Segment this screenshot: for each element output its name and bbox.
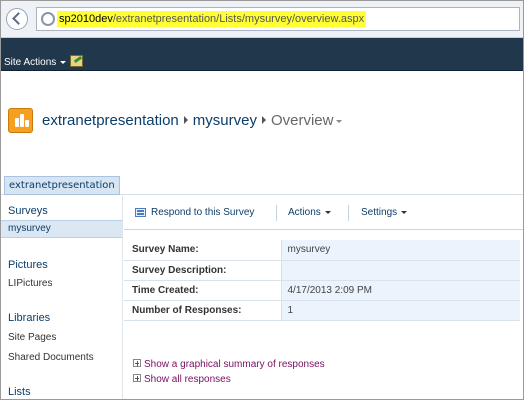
quick-launch: Surveys mysurvey Pictures LIPictures Lib… <box>0 196 123 400</box>
top-link-bar: extranetpresentation <box>0 174 524 195</box>
browser-address-bar: sp2010dev/extranetpresentation/Lists/mys… <box>0 0 524 38</box>
respond-survey-icon[interactable] <box>135 208 146 217</box>
expand-icon <box>133 359 141 368</box>
site-actions-label: Site Actions <box>4 57 57 68</box>
property-value: mysurvey <box>280 240 520 261</box>
nav-heading-pictures[interactable]: Pictures <box>8 259 48 271</box>
property-label: Survey Description: <box>124 260 281 281</box>
chevron-down-icon <box>324 210 331 214</box>
site-logo-icon[interactable] <box>8 108 33 133</box>
actions-menu[interactable]: Actions <box>288 207 331 218</box>
toolbar-divider <box>276 205 277 221</box>
nav-item-lipictures[interactable]: LIPictures <box>8 278 52 289</box>
property-value: 4/17/2013 2:09 PM <box>280 280 520 301</box>
nav-heading-surveys[interactable]: Surveys <box>8 205 48 217</box>
top-nav-home-link[interactable]: extranetpresentation <box>4 176 120 195</box>
globe-icon <box>41 12 55 26</box>
expand-icon <box>133 374 141 383</box>
survey-properties-table: Survey Name: mysurvey Survey Description… <box>124 240 520 321</box>
property-label: Survey Name: <box>124 240 281 261</box>
table-row: Survey Description: <box>124 260 520 281</box>
ribbon-bar: Site Actions <box>0 38 524 71</box>
view-name: Overview <box>270 112 334 129</box>
breadcrumb: extranetpresentation mysurvey Overview <box>42 112 343 129</box>
nav-item-mysurvey[interactable]: mysurvey <box>0 220 122 238</box>
view-selector[interactable]: Overview <box>271 112 343 129</box>
url-input[interactable]: sp2010dev/extranetpresentation/Lists/mys… <box>36 7 520 31</box>
chevron-down-icon <box>60 60 67 64</box>
site-actions-menu[interactable]: Site Actions <box>4 57 67 68</box>
survey-toolbar: Respond to this Survey Actions Settings <box>124 196 524 230</box>
table-row: Survey Name: mysurvey <box>124 240 520 261</box>
settings-menu[interactable]: Settings <box>361 207 408 218</box>
table-row: Number of Responses: 1 <box>124 300 520 321</box>
url-path: /extranetpresentation/Lists/mysurvey/ove… <box>112 13 365 25</box>
respond-button[interactable]: Respond to this Survey <box>151 207 254 218</box>
all-responses-link[interactable]: Show all responses <box>133 374 231 385</box>
actions-label: Actions <box>288 207 321 218</box>
nav-heading-lists[interactable]: Lists <box>8 386 31 398</box>
property-label: Number of Responses: <box>124 300 281 321</box>
url-text[interactable]: sp2010dev/extranetpresentation/Lists/mys… <box>57 11 367 27</box>
breadcrumb-site-link[interactable]: extranetpresentation <box>42 112 179 129</box>
edit-page-icon[interactable] <box>70 55 83 67</box>
back-arrow-icon[interactable] <box>6 8 28 30</box>
nav-item-label: mysurvey <box>8 223 51 234</box>
chevron-down-icon <box>336 119 343 123</box>
breadcrumb-separator-icon <box>183 116 188 125</box>
table-row: Time Created: 4/17/2013 2:09 PM <box>124 280 520 301</box>
settings-label: Settings <box>361 207 398 218</box>
nav-item-shared-documents[interactable]: Shared Documents <box>8 352 94 363</box>
nav-item-site-pages[interactable]: Site Pages <box>8 332 56 343</box>
breadcrumb-separator-icon <box>261 116 266 125</box>
all-responses-label: Show all responses <box>144 374 231 385</box>
breadcrumb-list-link[interactable]: mysurvey <box>193 112 257 129</box>
toolbar-divider <box>348 205 349 221</box>
title-area: extranetpresentation mysurvey Overview <box>0 71 524 174</box>
graphical-summary-link[interactable]: Show a graphical summary of responses <box>133 359 325 370</box>
property-value: 1 <box>280 300 520 321</box>
graphical-summary-label: Show a graphical summary of responses <box>144 359 325 370</box>
property-value <box>280 260 520 281</box>
url-host: sp2010dev <box>59 13 113 25</box>
chevron-down-icon <box>401 210 408 214</box>
property-label: Time Created: <box>124 280 281 301</box>
nav-heading-libraries[interactable]: Libraries <box>8 312 50 324</box>
